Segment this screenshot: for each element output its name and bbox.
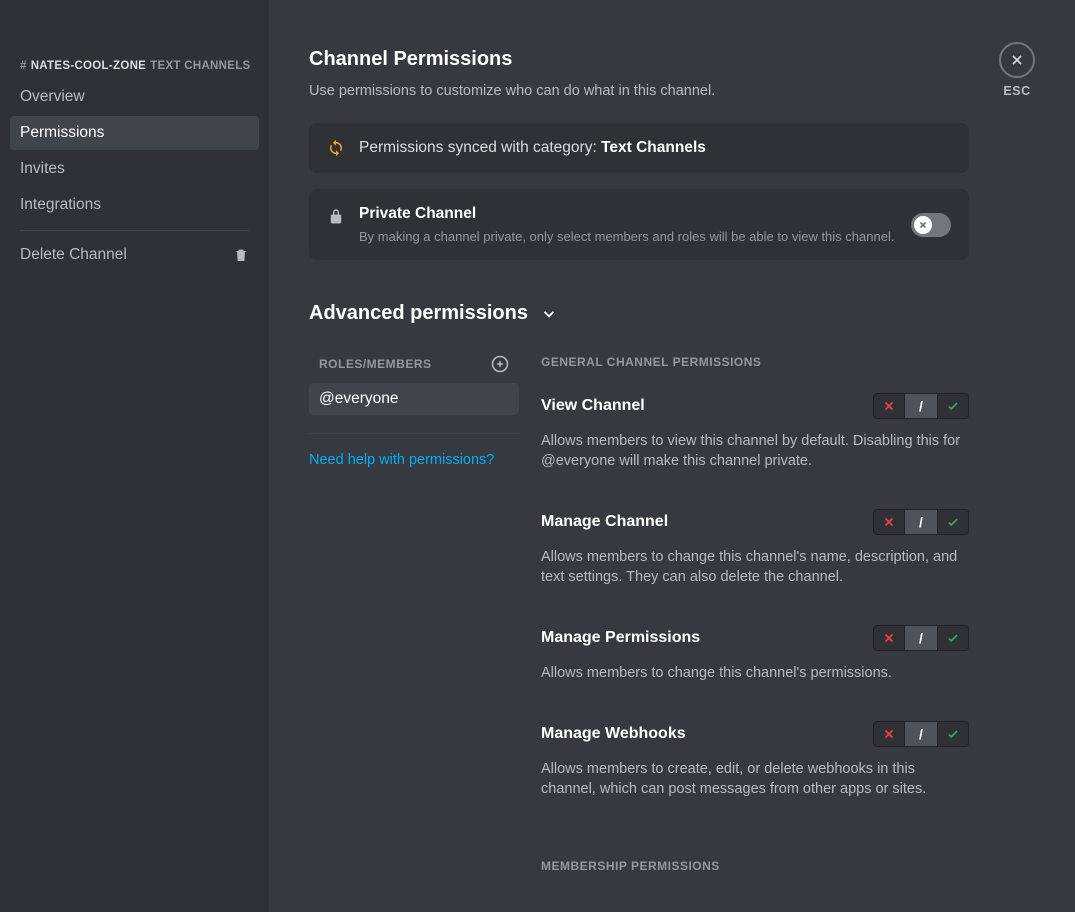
sidebar-item-overview[interactable]: Overview (10, 80, 259, 114)
channel-name: NATES-COOL-ZONE (31, 60, 146, 72)
perm-section-membership: MEMBERSHIP PERMISSIONS (541, 859, 969, 873)
perm-deny[interactable] (873, 625, 905, 651)
hash-icon: # (20, 60, 27, 72)
perm-title: Manage Webhooks (541, 725, 686, 743)
check-icon (946, 631, 960, 645)
private-card: Private Channel By making a channel priv… (309, 189, 969, 260)
sync-text-prefix: Permissions synced with category: (359, 139, 601, 156)
perm-toggle: / (873, 721, 969, 747)
sync-text: Permissions synced with category: Text C… (359, 139, 706, 157)
perm-title: Manage Channel (541, 513, 668, 531)
perm-toggle: / (873, 393, 969, 419)
sync-card: Permissions synced with category: Text C… (309, 123, 969, 173)
perm-allow[interactable] (937, 721, 969, 747)
perm-title: Manage Permissions (541, 629, 700, 647)
check-icon (946, 727, 960, 741)
advanced-permissions-label: Advanced permissions (309, 302, 528, 325)
sidebar-item-invites[interactable]: Invites (10, 152, 259, 186)
toggle-x-icon (918, 220, 928, 230)
perm-allow[interactable] (937, 625, 969, 651)
perm-title: View Channel (541, 397, 645, 415)
sidebar-item-integrations[interactable]: Integrations (10, 188, 259, 222)
close-button[interactable] (999, 42, 1035, 78)
x-icon (882, 399, 896, 413)
esc-label: ESC (999, 84, 1035, 98)
perm-allow[interactable] (937, 393, 969, 419)
delete-channel-button[interactable]: Delete Channel (10, 239, 259, 271)
perm-section-general: GENERAL CHANNEL PERMISSIONS (541, 355, 969, 369)
main-content: ESC Channel Permissions Use permissions … (269, 0, 1075, 912)
x-icon (882, 631, 896, 645)
delete-channel-label: Delete Channel (20, 246, 127, 264)
private-desc: By making a channel private, only select… (359, 229, 894, 244)
permissions-help-link[interactable]: Need help with permissions? (309, 452, 519, 468)
perm-desc: Allows members to view this channel by d… (541, 431, 969, 471)
page-title: Channel Permissions (309, 48, 969, 71)
page-subtitle: Use permissions to customize who can do … (309, 83, 969, 99)
roles-divider (309, 433, 519, 434)
sync-category: Text Channels (601, 139, 706, 156)
perm-desc: Allows members to create, edit, or delet… (541, 759, 969, 799)
add-role-button[interactable] (491, 355, 509, 373)
toggle-knob (914, 216, 932, 234)
x-icon (882, 727, 896, 741)
perm-desc: Allows members to change this channel's … (541, 547, 969, 587)
close-icon (1009, 52, 1025, 68)
perm-manage-webhooks: Manage Webhooks / Allows members to crea… (541, 721, 969, 799)
perm-passthrough[interactable]: / (905, 721, 937, 747)
check-icon (946, 399, 960, 413)
perm-desc: Allows members to change this channel's … (541, 663, 969, 683)
lock-icon (327, 207, 345, 225)
sidebar-item-permissions[interactable]: Permissions (10, 116, 259, 150)
settings-sidebar: # NATES-COOL-ZONE TEXT CHANNELS Overview… (0, 0, 269, 912)
sidebar-header: # NATES-COOL-ZONE TEXT CHANNELS (10, 60, 259, 80)
chevron-down-icon (540, 305, 558, 323)
trash-icon (233, 247, 249, 263)
role-everyone[interactable]: @everyone (309, 383, 519, 415)
perm-deny[interactable] (873, 509, 905, 535)
sync-icon (327, 139, 345, 157)
private-title: Private Channel (359, 205, 894, 223)
perm-allow[interactable] (937, 509, 969, 535)
perm-deny[interactable] (873, 393, 905, 419)
channel-type-label: TEXT CHANNELS (150, 60, 250, 72)
perm-passthrough[interactable]: / (905, 509, 937, 535)
private-toggle[interactable] (911, 213, 951, 237)
check-icon (946, 515, 960, 529)
permissions-column: GENERAL CHANNEL PERMISSIONS View Channel… (541, 355, 969, 897)
perm-toggle: / (873, 625, 969, 651)
roles-header-label: ROLES/MEMBERS (319, 357, 432, 371)
sidebar-divider (20, 230, 249, 231)
perm-toggle: / (873, 509, 969, 535)
perm-passthrough[interactable]: / (905, 625, 937, 651)
close-area: ESC (999, 42, 1035, 98)
roles-column: ROLES/MEMBERS @everyone Need help with p… (309, 355, 519, 897)
perm-view-channel: View Channel / Allows members to view th… (541, 393, 969, 471)
perm-passthrough[interactable]: / (905, 393, 937, 419)
perm-manage-channel: Manage Channel / Allows members to chang… (541, 509, 969, 587)
x-icon (882, 515, 896, 529)
perm-manage-permissions: Manage Permissions / Allows members to c… (541, 625, 969, 683)
advanced-permissions-header[interactable]: Advanced permissions (309, 302, 969, 325)
perm-deny[interactable] (873, 721, 905, 747)
